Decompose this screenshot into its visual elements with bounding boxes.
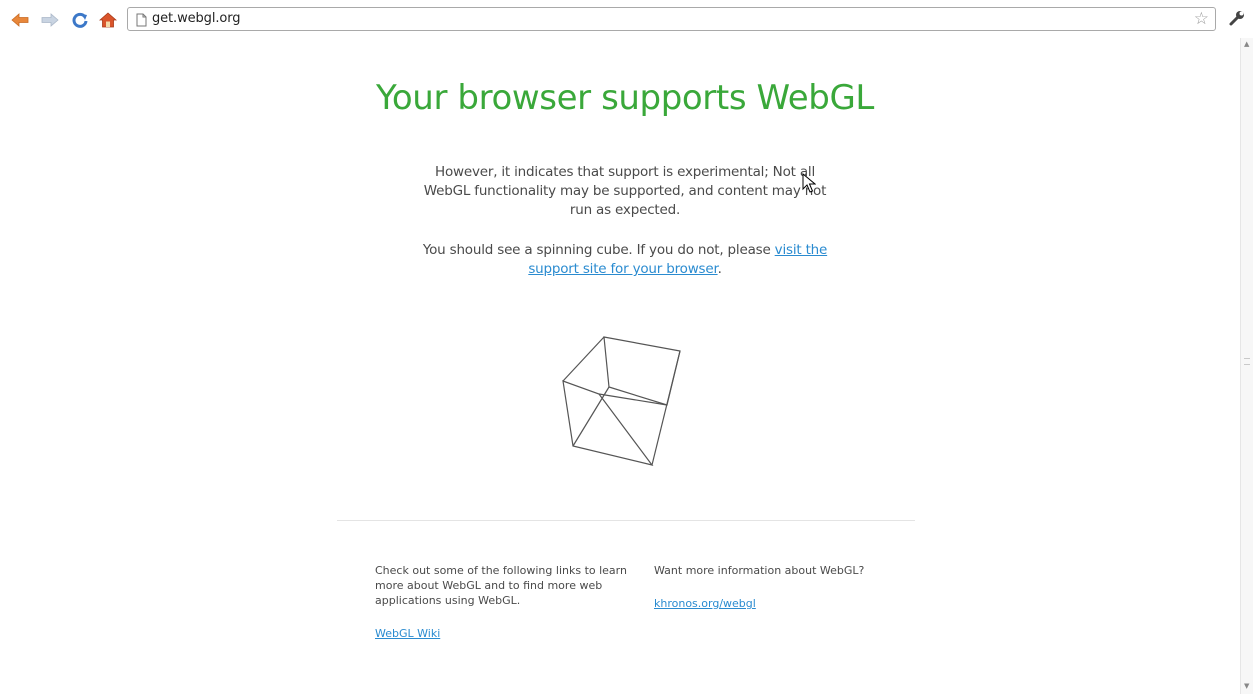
- forward-arrow-icon[interactable]: [40, 10, 60, 30]
- cube-instructions-text: You should see a spinning cube. If you d…: [422, 242, 775, 258]
- reload-icon[interactable]: [70, 10, 90, 30]
- experimental-notice: However, it indicates that support is ex…: [423, 164, 827, 218]
- page-icon: [136, 12, 147, 31]
- star-icon[interactable]: ☆: [1194, 9, 1209, 29]
- address-bar[interactable]: get.webgl.org ☆: [127, 7, 1216, 31]
- page-headline: Your browser supports WebGL: [376, 78, 874, 118]
- scroll-up-icon[interactable]: ▲: [1244, 40, 1249, 48]
- home-icon[interactable]: [98, 10, 118, 30]
- footer-right-text: Want more information about WebGL?: [654, 564, 865, 577]
- spinning-cube: [555, 330, 695, 479]
- cube-instructions-period: .: [717, 261, 722, 277]
- back-arrow-icon[interactable]: [10, 10, 30, 30]
- footer-left-column: Check out some of the following links to…: [375, 563, 630, 641]
- footer-right-column: Want more information about WebGL? khron…: [654, 563, 904, 611]
- browser-toolbar: get.webgl.org ☆: [0, 0, 1253, 38]
- url-text: get.webgl.org: [152, 11, 241, 26]
- footer-left-text: Check out some of the following links to…: [375, 564, 627, 607]
- footer-divider: [337, 520, 915, 521]
- vertical-scrollbar[interactable]: ▲ ▼: [1240, 38, 1253, 694]
- mouse-cursor-icon: [802, 172, 817, 197]
- wrench-icon[interactable]: [1228, 9, 1246, 31]
- scroll-grip[interactable]: [1244, 358, 1250, 365]
- webgl-wiki-link[interactable]: WebGL Wiki: [375, 626, 440, 641]
- scroll-down-icon[interactable]: ▼: [1244, 682, 1249, 690]
- khronos-webgl-link[interactable]: khronos.org/webgl: [654, 596, 756, 611]
- cube-instructions: You should see a spinning cube. If you d…: [420, 241, 830, 279]
